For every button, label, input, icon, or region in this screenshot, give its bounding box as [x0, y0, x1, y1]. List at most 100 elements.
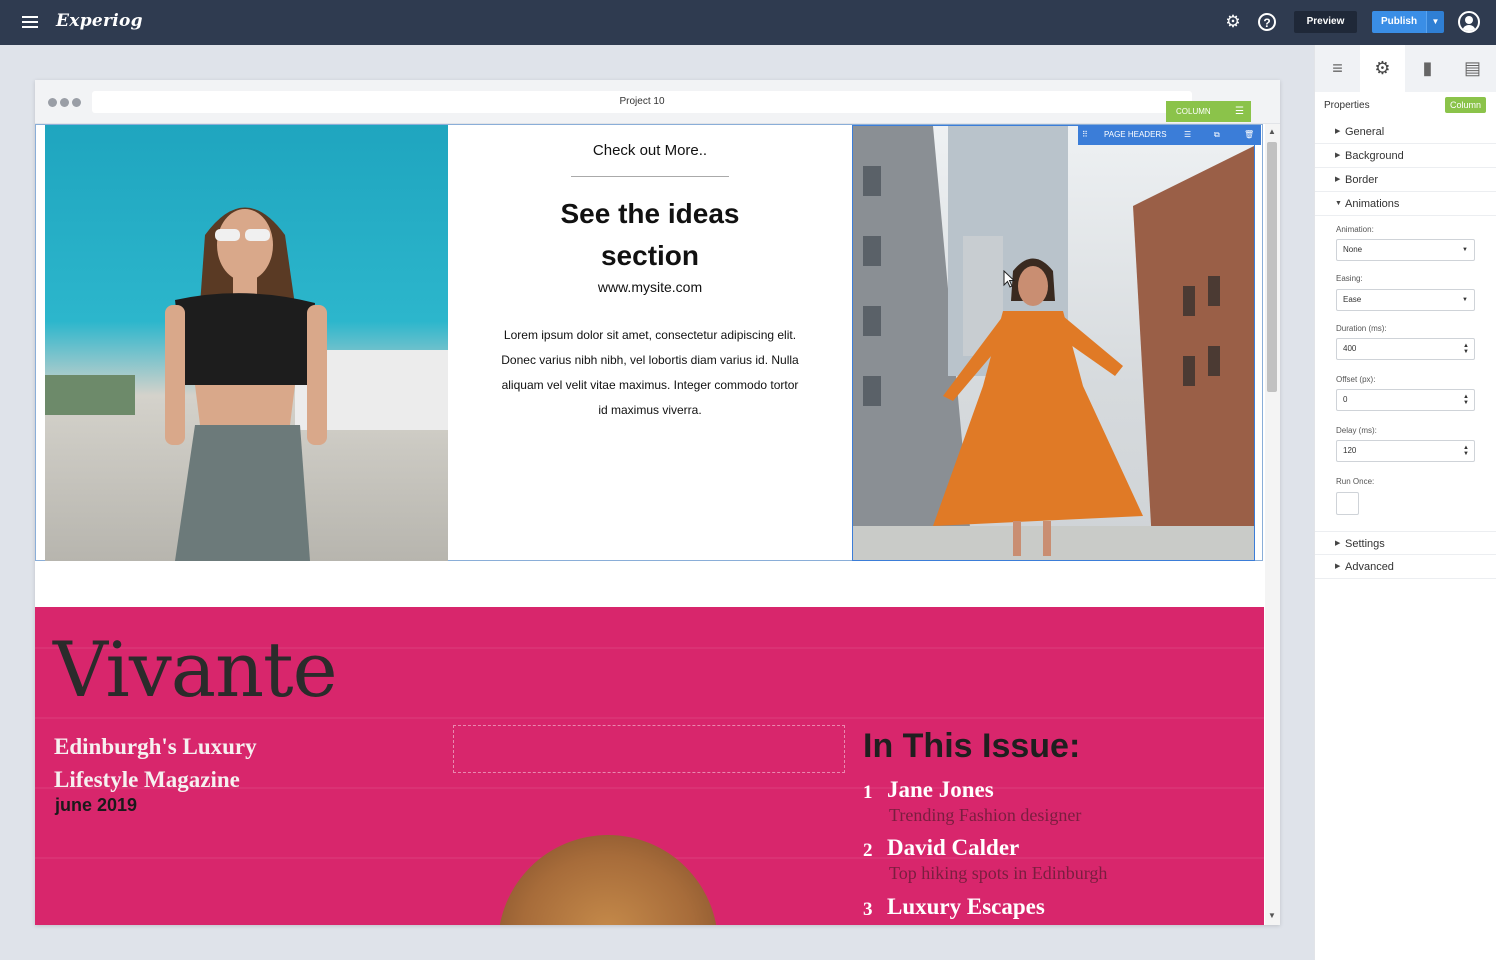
stepper-value: 0 — [1343, 395, 1348, 404]
issue-name: Luxury Escapes — [887, 894, 1045, 919]
issue-number: 2 — [863, 840, 873, 861]
delay-stepper[interactable]: 120 ▲ ▼ — [1336, 440, 1475, 462]
properties-label: Properties — [1324, 100, 1370, 111]
delay-label: Delay (ms): — [1336, 426, 1377, 435]
canvas-frame: Project 10 COLUMN ☰ Check out More.. See… — [35, 80, 1280, 925]
top-bar: Experiog ⚙ ? Preview Publish ▼ — [0, 0, 1496, 45]
run-once-checkbox[interactable] — [1336, 492, 1359, 515]
section-background[interactable]: ▶ Background — [1315, 144, 1496, 168]
magazine-date: june 2019 — [55, 795, 138, 815]
duration-stepper[interactable]: 400 ▲ ▼ — [1336, 338, 1475, 360]
canvas-scrollbar[interactable]: ▲ ▼ — [1265, 124, 1280, 925]
section-settings[interactable]: ▶ Settings — [1315, 531, 1496, 555]
properties-panel: ≡ ⚙ ▮ ▤ Properties Column ▶ General ▶ Ba… — [1314, 45, 1496, 960]
fashion-photo-right[interactable] — [852, 125, 1255, 561]
section-animations[interactable]: ▼ Animations — [1315, 192, 1496, 216]
magazine-title: Vivante — [53, 625, 338, 714]
menu-icon[interactable] — [22, 16, 38, 28]
stepper-arrows-icon[interactable]: ▲ ▼ — [1463, 394, 1469, 406]
caret-right-icon: ▶ — [1335, 563, 1341, 570]
easing-label: Easing: — [1336, 274, 1363, 283]
section-label: Animations — [1345, 198, 1400, 210]
gear-icon[interactable]: ⚙ — [1223, 12, 1243, 32]
delete-icon[interactable]: 🗑 — [1244, 125, 1254, 145]
list-icon[interactable]: ☰ — [1184, 125, 1191, 145]
section-advanced[interactable]: ▶ Advanced — [1315, 555, 1496, 579]
chevron-down-icon: ▼ — [1462, 247, 1468, 253]
section-label: Advanced — [1345, 561, 1394, 573]
scroll-up-icon[interactable]: ▲ — [1267, 126, 1277, 138]
caret-right-icon: ▶ — [1335, 176, 1341, 183]
woman-sunglasses-image — [45, 207, 448, 561]
column-badge: Column — [1445, 97, 1486, 113]
list-icon[interactable]: ☰ — [1235, 101, 1244, 122]
issue-number: 1 — [863, 782, 873, 803]
model-hair-image — [498, 835, 718, 925]
header-row[interactable]: Check out More.. See the ideas section w… — [35, 124, 1263, 561]
app-logo[interactable]: Experiog — [56, 11, 143, 31]
page-headers-label: PAGE HEADERS — [1104, 130, 1167, 139]
offset-stepper[interactable]: 0 ▲ ▼ — [1336, 389, 1475, 411]
animation-select[interactable]: None ▼ — [1336, 239, 1475, 261]
chevron-down-icon: ▼ — [1462, 297, 1468, 303]
select-value: None — [1343, 245, 1363, 254]
section-label: Background — [1345, 150, 1404, 162]
issue-name: David Calder — [887, 835, 1020, 860]
text-column[interactable]: Check out More.. See the ideas section w… — [448, 125, 852, 561]
issue-name: Jane Jones — [887, 777, 994, 802]
section-label: Settings — [1345, 538, 1385, 550]
layout-icon[interactable]: ▤ — [1450, 45, 1495, 92]
drag-handle-icon[interactable]: ⠿ — [1082, 125, 1088, 145]
animation-label: Animation: — [1336, 225, 1374, 234]
fashion-photo-left[interactable] — [45, 125, 448, 561]
caret-right-icon: ▶ — [1335, 540, 1341, 547]
woman-orange-dress-image — [853, 126, 1254, 560]
publish-button[interactable]: Publish — [1372, 11, 1426, 33]
url-field: Project 10 — [92, 91, 1192, 113]
caret-right-icon: ▶ — [1335, 128, 1341, 135]
caret-down-icon[interactable]: ▼ — [1426, 11, 1444, 33]
stepper-value: 120 — [1343, 446, 1357, 455]
help-icon[interactable]: ? — [1258, 13, 1276, 31]
empty-column-placeholder[interactable] — [453, 725, 845, 773]
settings-icon[interactable]: ⚙ — [1360, 45, 1405, 92]
add-element-icon[interactable]: ≡ — [1315, 45, 1360, 92]
window-dot — [48, 98, 57, 107]
magazine-section[interactable]: Vivante Edinburgh's Luxury Lifestyle Mag… — [35, 607, 1264, 925]
easing-select[interactable]: Ease ▼ — [1336, 289, 1475, 311]
duplicate-icon[interactable]: ⧉ — [1214, 125, 1220, 145]
run-once-label: Run Once: — [1336, 477, 1375, 486]
check-more-link[interactable]: Check out More.. — [448, 142, 852, 159]
brick-line — [35, 717, 1264, 719]
scroll-thumb[interactable] — [1267, 142, 1277, 392]
stepper-arrows-icon[interactable]: ▲ ▼ — [1463, 445, 1469, 457]
issue-heading: In This Issue: — [863, 727, 1081, 765]
window-dot — [72, 98, 81, 107]
stepper-arrows-icon[interactable]: ▲ ▼ — [1463, 343, 1469, 355]
issue-number: 3 — [863, 899, 873, 920]
caret-down-icon: ▼ — [1335, 200, 1342, 207]
duration-label: Duration (ms): — [1336, 324, 1387, 333]
divider — [571, 176, 729, 177]
select-value: Ease — [1343, 295, 1362, 304]
page-headers-toolbar[interactable]: ⠿ PAGE HEADERS ☰ ⧉ 🗑 — [1078, 125, 1261, 145]
section-general[interactable]: ▶ General — [1315, 120, 1496, 144]
column-tag[interactable]: COLUMN ☰ — [1166, 101, 1251, 122]
page-icon[interactable]: ▮ — [1405, 45, 1450, 92]
body-text: Lorem ipsum dolor sit amet, consectetur … — [501, 328, 799, 417]
window-dot — [60, 98, 69, 107]
browser-bar: Project 10 COLUMN ☰ — [35, 80, 1280, 124]
magazine-subtitle: Edinburgh's Luxury Lifestyle Magazine — [54, 734, 257, 792]
offset-label: Offset (px): — [1336, 375, 1376, 384]
section-label: Border — [1345, 174, 1379, 186]
scroll-down-icon[interactable]: ▼ — [1267, 910, 1277, 922]
preview-button[interactable]: Preview — [1294, 11, 1357, 33]
site-url: www.mysite.com — [597, 279, 703, 295]
section-heading: See the ideas section — [560, 198, 740, 271]
caret-right-icon: ▶ — [1335, 152, 1341, 159]
user-icon[interactable] — [1458, 11, 1480, 33]
column-tag-label: COLUMN — [1176, 107, 1211, 116]
section-label: General — [1345, 126, 1385, 138]
section-border[interactable]: ▶ Border — [1315, 168, 1496, 192]
stepper-value: 400 — [1343, 344, 1357, 353]
